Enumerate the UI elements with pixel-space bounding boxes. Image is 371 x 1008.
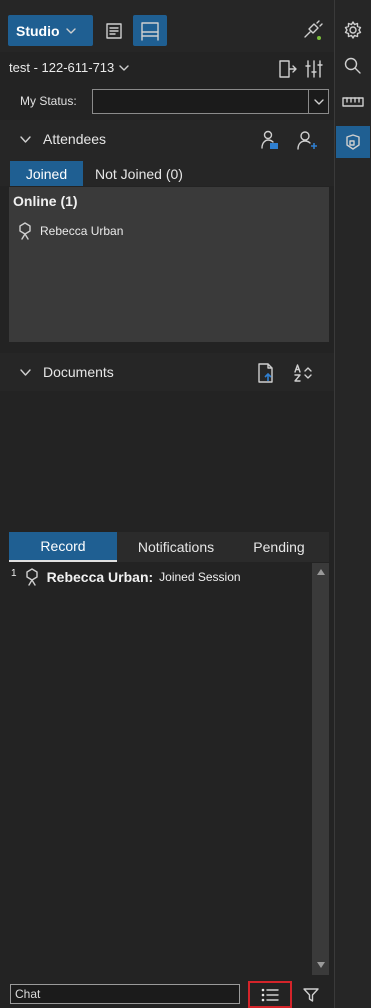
sort-documents-button[interactable] (292, 362, 316, 384)
exit-session-button[interactable] (276, 58, 298, 80)
add-user-icon (261, 130, 278, 149)
documents-title: Documents (43, 364, 114, 380)
chat-input[interactable] (10, 984, 240, 1004)
tab-notifications[interactable]: Notifications (126, 532, 226, 562)
upload-icon (258, 363, 273, 383)
scroll-up-icon[interactable] (312, 565, 329, 579)
user-icon (297, 131, 317, 150)
user-icon (19, 222, 31, 240)
online-heading: Online (1) (13, 193, 78, 209)
sort-az-icon (294, 364, 312, 382)
studio-menu-button[interactable]: Studio (8, 15, 93, 46)
gear-icon (344, 21, 362, 39)
settings-button[interactable] (336, 14, 370, 46)
record-event: Joined Session (159, 570, 241, 584)
attendee-name: Rebecca Urban (40, 224, 124, 238)
chevron-down-icon (65, 27, 76, 34)
scroll-down-icon[interactable] (312, 958, 329, 972)
ruler-button[interactable] (336, 86, 370, 118)
chevron-down-icon (20, 135, 31, 143)
record-user-name: Rebecca Urban: (46, 569, 154, 585)
search-icon (344, 57, 361, 74)
chevron-down-icon (119, 64, 129, 71)
document-view-button[interactable] (99, 15, 129, 46)
scrollbar[interactable] (312, 563, 329, 975)
shape-tool-button[interactable] (336, 126, 370, 158)
attendees-section-header[interactable]: Attendees (0, 120, 334, 158)
document-icon (106, 22, 122, 39)
list-item[interactable]: 1 Rebecca Urban: Joined Session (11, 568, 241, 586)
tab-record[interactable]: Record (9, 532, 117, 562)
record-list (9, 563, 309, 975)
document-list-panel (9, 391, 329, 520)
search-button[interactable] (336, 50, 370, 82)
tab-not-joined[interactable]: Not Joined (0) (95, 161, 183, 186)
chevron-down-icon (20, 368, 31, 376)
attendee-options-button[interactable] (295, 129, 319, 151)
status-dropdown[interactable] (92, 89, 329, 114)
attendees-title: Attendees (43, 131, 107, 147)
status-label: My Status: (20, 94, 77, 108)
attendee-list-panel (9, 187, 329, 342)
user-icon (25, 568, 38, 586)
mixer-icon (305, 60, 323, 78)
invite-attendee-button[interactable] (258, 129, 280, 151)
documents-section-header[interactable]: Documents (0, 353, 334, 391)
ruler-icon (342, 97, 364, 107)
exit-icon (279, 60, 297, 78)
chat-filter-button[interactable] (298, 983, 324, 1007)
filter-icon (303, 988, 319, 1002)
session-selector[interactable]: test - 122-611-713 (9, 60, 129, 75)
tab-pending[interactable]: Pending (244, 532, 314, 562)
audio-settings-button[interactable] (303, 58, 325, 80)
studio-label: Studio (16, 22, 60, 39)
plug-icon[interactable] (300, 18, 324, 42)
whiteboard-icon (141, 21, 159, 41)
list-icon (261, 988, 279, 1001)
chevron-down-icon[interactable] (308, 90, 328, 113)
shape-icon (346, 134, 360, 150)
list-item[interactable]: Rebecca Urban (18, 222, 123, 240)
chat-list-button[interactable] (248, 981, 292, 1008)
record-index: 1 (11, 567, 17, 579)
upload-document-button[interactable] (255, 362, 277, 384)
session-id-label: test - 122-611-713 (9, 60, 115, 75)
tab-joined[interactable]: Joined (10, 161, 83, 186)
whiteboard-view-button[interactable] (133, 15, 167, 46)
